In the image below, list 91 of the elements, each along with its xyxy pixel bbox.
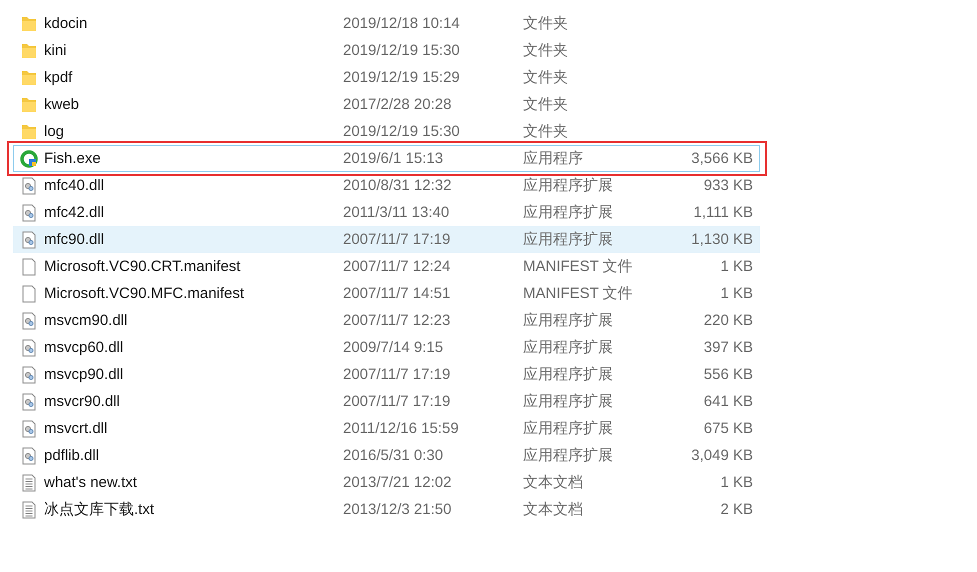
- gear-file-icon: [20, 420, 38, 438]
- modified-date: 2019/12/19 15:29: [343, 69, 461, 86]
- file-type: 应用程序扩展: [523, 203, 614, 222]
- gear-file-icon: [20, 338, 38, 356]
- file-type: 应用程序扩展: [523, 365, 614, 384]
- folder-icon: [20, 122, 38, 140]
- file-name: 冰点文库下载.txt: [44, 500, 156, 519]
- file-type: 应用程序扩展: [523, 311, 614, 330]
- file-size: 1,111 KB: [692, 204, 754, 221]
- file-size: 2 KB: [719, 501, 754, 518]
- file-size: 1 KB: [719, 258, 754, 275]
- file-type: 应用程序扩展: [523, 230, 614, 249]
- file-type: MANIFEST 文件: [523, 257, 634, 276]
- folder-icon: [20, 42, 38, 60]
- file-name: msvcm90.dll: [44, 312, 128, 329]
- file-type: 文本文档: [523, 473, 584, 492]
- file-name: msvcrt.dll: [44, 420, 108, 437]
- gear-file-icon: [20, 446, 38, 464]
- file-name: kweb: [44, 96, 80, 113]
- modified-date: 2016/5/31 0:30: [343, 447, 444, 464]
- gear-file-icon: [20, 176, 38, 194]
- file-size: 220 KB: [702, 312, 754, 329]
- file-size: 1 KB: [719, 474, 754, 491]
- modified-date: 2019/12/19 15:30: [343, 42, 461, 59]
- ring-shield-icon: [20, 150, 38, 168]
- folder-icon: [20, 68, 38, 86]
- file-type: 文件夹: [523, 122, 569, 141]
- file-name: pdflib.dll: [44, 447, 100, 464]
- blank-file-icon: [20, 284, 38, 302]
- file-row[interactable]: mfc90.dll 2007/11/7 17:19 应用程序扩展 1,130 KB: [13, 226, 760, 253]
- modified-date: 2011/12/16 15:59: [343, 420, 460, 437]
- file-type: 应用程序: [523, 149, 584, 168]
- modified-date: 2007/11/7 12:24: [343, 258, 452, 275]
- gear-file-icon: [20, 230, 38, 248]
- modified-date: 2009/7/14 9:15: [343, 339, 444, 356]
- blank-file-icon: [20, 258, 38, 276]
- modified-date: 2019/12/18 10:14: [343, 15, 461, 32]
- file-size: 3,049 KB: [690, 447, 754, 464]
- file-type: 文件夹: [523, 41, 569, 60]
- file-name: Fish.exe: [44, 150, 102, 167]
- file-type: 应用程序扩展: [523, 419, 614, 438]
- gear-file-icon: [20, 366, 38, 384]
- file-name: kini: [44, 42, 68, 59]
- file-size: 641 KB: [702, 393, 754, 410]
- file-type: 文件夹: [523, 95, 569, 114]
- file-size: 1 KB: [719, 285, 754, 302]
- modified-date: 2007/11/7 12:23: [343, 312, 452, 329]
- file-type: 应用程序扩展: [523, 446, 614, 465]
- file-size: 556 KB: [702, 366, 754, 383]
- file-type: 应用程序扩展: [523, 338, 614, 357]
- file-size: 933 KB: [702, 177, 754, 194]
- modified-date: 2011/3/11 13:40: [343, 204, 450, 221]
- folder-icon: [20, 96, 38, 114]
- file-name: what's new.txt: [44, 474, 138, 491]
- modified-date: 2007/11/7 17:19: [343, 393, 452, 410]
- file-type: MANIFEST 文件: [523, 284, 634, 303]
- modified-date: 2007/11/7 17:19: [343, 366, 452, 383]
- file-name: mfc90.dll: [44, 231, 106, 248]
- gear-file-icon: [20, 392, 38, 410]
- modified-date: 2007/11/7 14:51: [343, 285, 452, 302]
- file-type: 文件夹: [523, 68, 569, 87]
- file-name: msvcp90.dll: [44, 366, 124, 383]
- file-name: kdocin: [44, 15, 88, 32]
- gear-file-icon: [20, 204, 38, 222]
- modified-date: 2017/2/28 20:28: [343, 96, 452, 113]
- file-type: 应用程序扩展: [523, 176, 614, 195]
- file-name: Microsoft.VC90.MFC.manifest: [44, 285, 246, 302]
- file-size: 3,566 KB: [690, 150, 754, 167]
- file-name: msvcr90.dll: [44, 393, 121, 410]
- file-type: 应用程序扩展: [523, 392, 614, 411]
- text-file-icon: [20, 474, 38, 492]
- modified-date: 2010/8/31 12:32: [343, 177, 452, 194]
- file-size: 675 KB: [702, 420, 754, 437]
- file-name: log: [44, 123, 66, 140]
- file-size: 397 KB: [702, 339, 754, 356]
- file-name: Microsoft.VC90.CRT.manifest: [44, 258, 242, 275]
- file-type: 文本文档: [523, 500, 584, 519]
- file-name: kpdf: [44, 69, 74, 86]
- modified-date: 2019/6/1 15:13: [343, 150, 444, 167]
- file-name: mfc42.dll: [44, 204, 106, 221]
- file-size: 1,130 KB: [690, 231, 754, 248]
- file-name: mfc40.dll: [44, 177, 106, 194]
- file-type: 文件夹: [523, 14, 569, 33]
- modified-date: 2019/12/19 15:30: [343, 123, 461, 140]
- text-file-icon: [20, 500, 38, 518]
- modified-date: 2007/11/7 17:19: [343, 231, 452, 248]
- folder-icon: [20, 14, 38, 32]
- file-name: msvcp60.dll: [44, 339, 124, 356]
- modified-date: 2013/12/3 21:50: [343, 501, 452, 518]
- modified-date: 2013/7/21 12:02: [343, 474, 452, 491]
- gear-file-icon: [20, 312, 38, 330]
